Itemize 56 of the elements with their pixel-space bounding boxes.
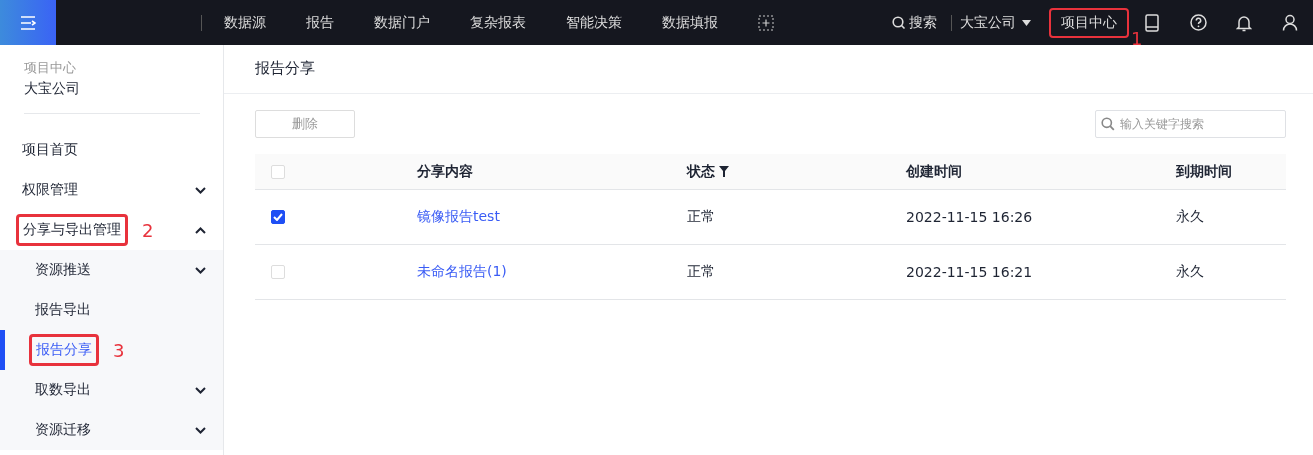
column-header: 分享内容 (417, 162, 473, 181)
sidebar-caption: 项目中心 (24, 59, 77, 77)
sidebar-subitem[interactable]: 资源推送 (29, 255, 97, 285)
filter-icon[interactable] (719, 166, 729, 177)
sidebar-item[interactable]: 分享与导出管理 (16, 214, 128, 246)
nav-item[interactable]: 数据源 (224, 13, 266, 32)
page-title: 报告分享 (224, 45, 1313, 94)
nav-item[interactable]: 报告 (306, 13, 334, 32)
sidebar-subitem[interactable]: 资源迁移 (29, 415, 97, 445)
table-cell: 永久 (1176, 263, 1204, 279)
report-link[interactable]: 未命名报告(1) (417, 263, 507, 279)
project-center-link[interactable]: 项目中心 (1049, 7, 1129, 38)
chevron-down-icon[interactable] (195, 386, 206, 394)
table-cell: 永久 (1176, 208, 1204, 224)
sidebar-subitem[interactable]: 报告导出 (29, 295, 97, 325)
sidebar-company: 大宝公司 (24, 79, 81, 98)
table-cell: 2022-11-15 16:21 (906, 264, 1033, 280)
chevron-down-icon[interactable] (195, 266, 206, 274)
sidebar-item[interactable]: 权限管理 (16, 175, 84, 205)
table-cell: 2022-11-15 16:26 (906, 209, 1033, 225)
column-header: 到期时间 (1176, 162, 1232, 181)
select-all-checkbox[interactable] (271, 164, 285, 179)
caret-icon (1022, 19, 1031, 26)
help-icon (1189, 14, 1207, 31)
report-link[interactable]: 镜像报告test (417, 208, 500, 224)
sidebar-subitem[interactable]: 取数导出 (29, 375, 97, 405)
callout-number: 3 (113, 339, 125, 361)
menu-icon (20, 15, 36, 30)
column-header: 创建时间 (906, 162, 962, 181)
add-button[interactable] (758, 14, 774, 31)
chevron-down-icon[interactable] (195, 426, 206, 434)
chevron-up-icon[interactable] (195, 226, 206, 234)
bell-icon (1236, 13, 1252, 32)
sidebar-subitem[interactable]: 报告分享 (29, 334, 99, 366)
search-icon (892, 15, 906, 30)
table-cell: 正常 (687, 208, 715, 224)
search-label: 搜索 (909, 13, 937, 32)
table-cell: 正常 (687, 263, 715, 279)
nav-item[interactable]: 数据填报 (662, 13, 718, 32)
search-field[interactable]: 输入关键字搜索 (1095, 110, 1286, 138)
tablet-icon (1145, 13, 1159, 32)
nav-item[interactable]: 智能决策 (566, 13, 622, 32)
chevron-down-icon[interactable] (195, 186, 206, 194)
callout-number: 2 (142, 219, 154, 241)
company-dropdown[interactable]: 大宝公司 (960, 13, 1031, 32)
user-icon (1282, 14, 1298, 31)
menu-button[interactable] (0, 0, 56, 45)
row-checkbox[interactable] (271, 210, 285, 224)
add-icon (758, 14, 774, 31)
nav-item[interactable]: 复杂报表 (470, 13, 526, 32)
sidebar-item[interactable]: 项目首页 (16, 135, 84, 165)
nav-item[interactable]: 数据门户 (374, 13, 430, 32)
column-header: 状态 (687, 162, 715, 181)
company-label: 大宝公司 (960, 13, 1016, 32)
search-icon (1101, 117, 1115, 131)
search-link[interactable]: 搜索 (892, 13, 937, 32)
